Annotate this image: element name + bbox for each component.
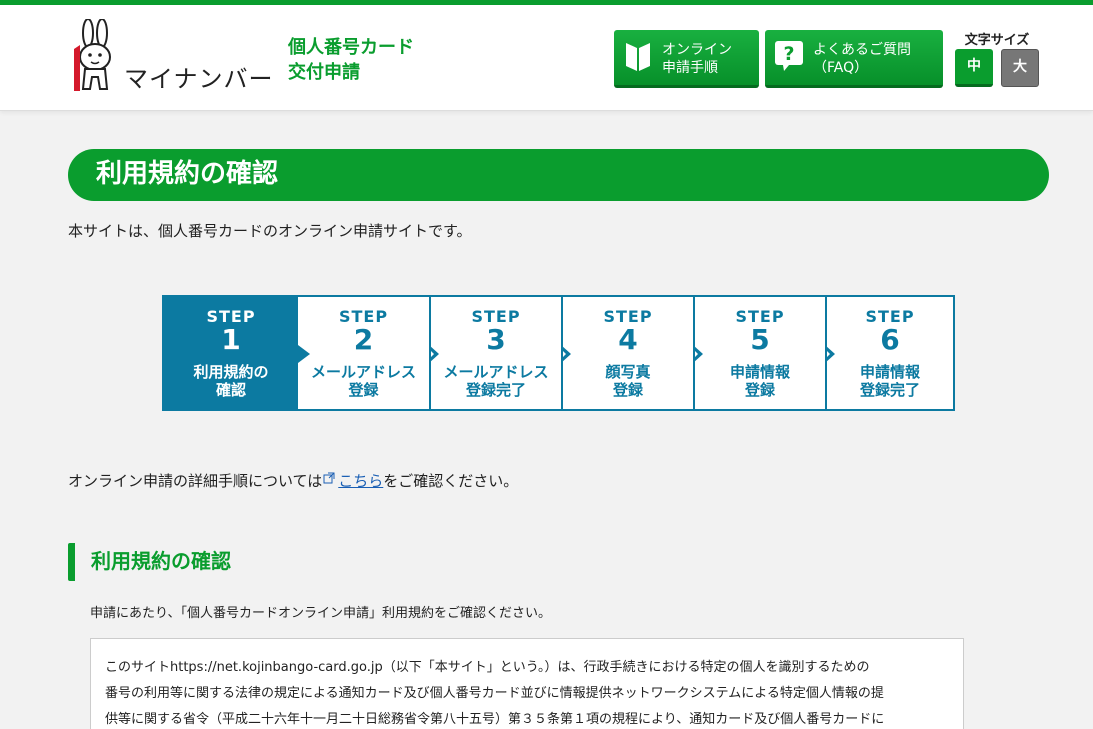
terms-line: このサイトhttps://net.kojinbango-card.go.jp（以… <box>105 660 870 675</box>
step-4-label-line1: 顔写真 <box>605 363 651 381</box>
step-6-number: 6 <box>880 323 900 356</box>
mynumber-logo[interactable]: マイナンバー <box>68 18 273 95</box>
terms-scroll-box[interactable]: このサイトhttps://net.kojinbango-card.go.jp（以… <box>90 638 964 729</box>
online-button-line1: オンライン <box>662 42 732 58</box>
app-title: 個人番号カード 交付申請 <box>288 35 458 85</box>
online-button-line2: 申請手順 <box>662 60 718 76</box>
section-note: 申請にあたり、「個人番号カードオンライン申請」利用規約をご確認ください。 <box>90 606 551 621</box>
step-1-label-line2: 確認 <box>215 381 246 399</box>
step-1-number: 1 <box>221 323 241 356</box>
logo-text: マイナンバー <box>124 65 274 93</box>
step-5-label-line1: 申請情報 <box>729 363 790 381</box>
step-4-number: 4 <box>618 323 638 356</box>
faq-button-line2: （FAQ） <box>813 60 869 76</box>
step-4-label-line2: 登録 <box>612 381 643 399</box>
external-link-icon <box>323 472 335 484</box>
terms-line: 番号の利用等に関する法律の規定による通知カード及び個人番号カード並びに情報提供ネ… <box>105 686 884 701</box>
step-2-label-line1: メールアドレス <box>310 363 416 381</box>
font-size-switcher: 文字サイズ 中 大 <box>955 29 1045 87</box>
terms-line: 供等に関する省令（平成二十六年十一月二十日総務省令第八十五号）第３５条第１項の規… <box>105 712 885 727</box>
step-4: STEP 4 顔写真 登録 <box>563 297 693 409</box>
step-5-label-line2: 登録 <box>744 381 775 399</box>
section-heading: 利用規約の確認 <box>68 543 231 581</box>
procedure-text-after: をご確認ください。 <box>383 472 519 490</box>
page-title: 利用規約の確認 <box>68 149 1049 201</box>
book-icon <box>626 43 650 71</box>
step-3: STEP 3 メールアドレス 登録完了 <box>431 297 561 409</box>
procedure-text: オンライン申請の詳細手順については こちらをご確認ください。 <box>68 470 518 491</box>
online-procedure-button[interactable]: オンライン 申請手順 <box>614 30 759 88</box>
app-title-line2: 交付申請 <box>288 62 360 83</box>
question-bubble-icon: ? <box>775 41 803 71</box>
step-6-label-line2: 登録完了 <box>859 381 920 399</box>
mascot-rabbit-icon <box>74 18 111 91</box>
step-1: STEP 1 利用規約の 確認 <box>164 297 298 409</box>
step-2-number: 2 <box>353 323 374 356</box>
step-5-number: 5 <box>750 323 770 356</box>
font-size-medium-button[interactable]: 中 <box>955 49 993 87</box>
faq-button[interactable]: ? よくあるご質問 （FAQ） <box>765 30 943 88</box>
step-6: STEP 6 申請情報 登録完了 <box>827 297 953 409</box>
procedure-text-before: オンライン申請の詳細手順については <box>68 472 323 490</box>
site-header: マイナンバー 個人番号カード 交付申請 オンライン 申請手順 ? よくあるご質問… <box>0 5 1093 111</box>
step-5: STEP 5 申請情報 登録 <box>695 297 825 409</box>
step-progress: STEP 1 利用規約の 確認 STEP 2 メールアドレス 登録 STEP 3… <box>162 295 955 411</box>
font-size-large-button[interactable]: 大 <box>1001 49 1039 87</box>
step-2: STEP 2 メールアドレス 登録 <box>298 297 429 409</box>
step-2-label-line2: 登録 <box>348 381 379 399</box>
step-6-label-line1: 申請情報 <box>859 363 920 381</box>
font-size-label: 文字サイズ <box>964 33 1030 48</box>
app-title-line1: 個人番号カード <box>288 37 414 58</box>
faq-button-line1: よくあるご質問 <box>813 42 911 58</box>
step-3-label-line2: 登録完了 <box>465 381 526 399</box>
procedure-link[interactable]: こちら <box>338 472 383 490</box>
intro-text: 本サイトは、個人番号カードのオンライン申請サイトです。 <box>68 222 472 240</box>
svg-text:?: ? <box>783 43 794 65</box>
step-3-number: 3 <box>486 323 506 356</box>
step-3-label-line1: メールアドレス <box>443 363 549 381</box>
step-1-label-line1: 利用規約の <box>193 363 269 381</box>
